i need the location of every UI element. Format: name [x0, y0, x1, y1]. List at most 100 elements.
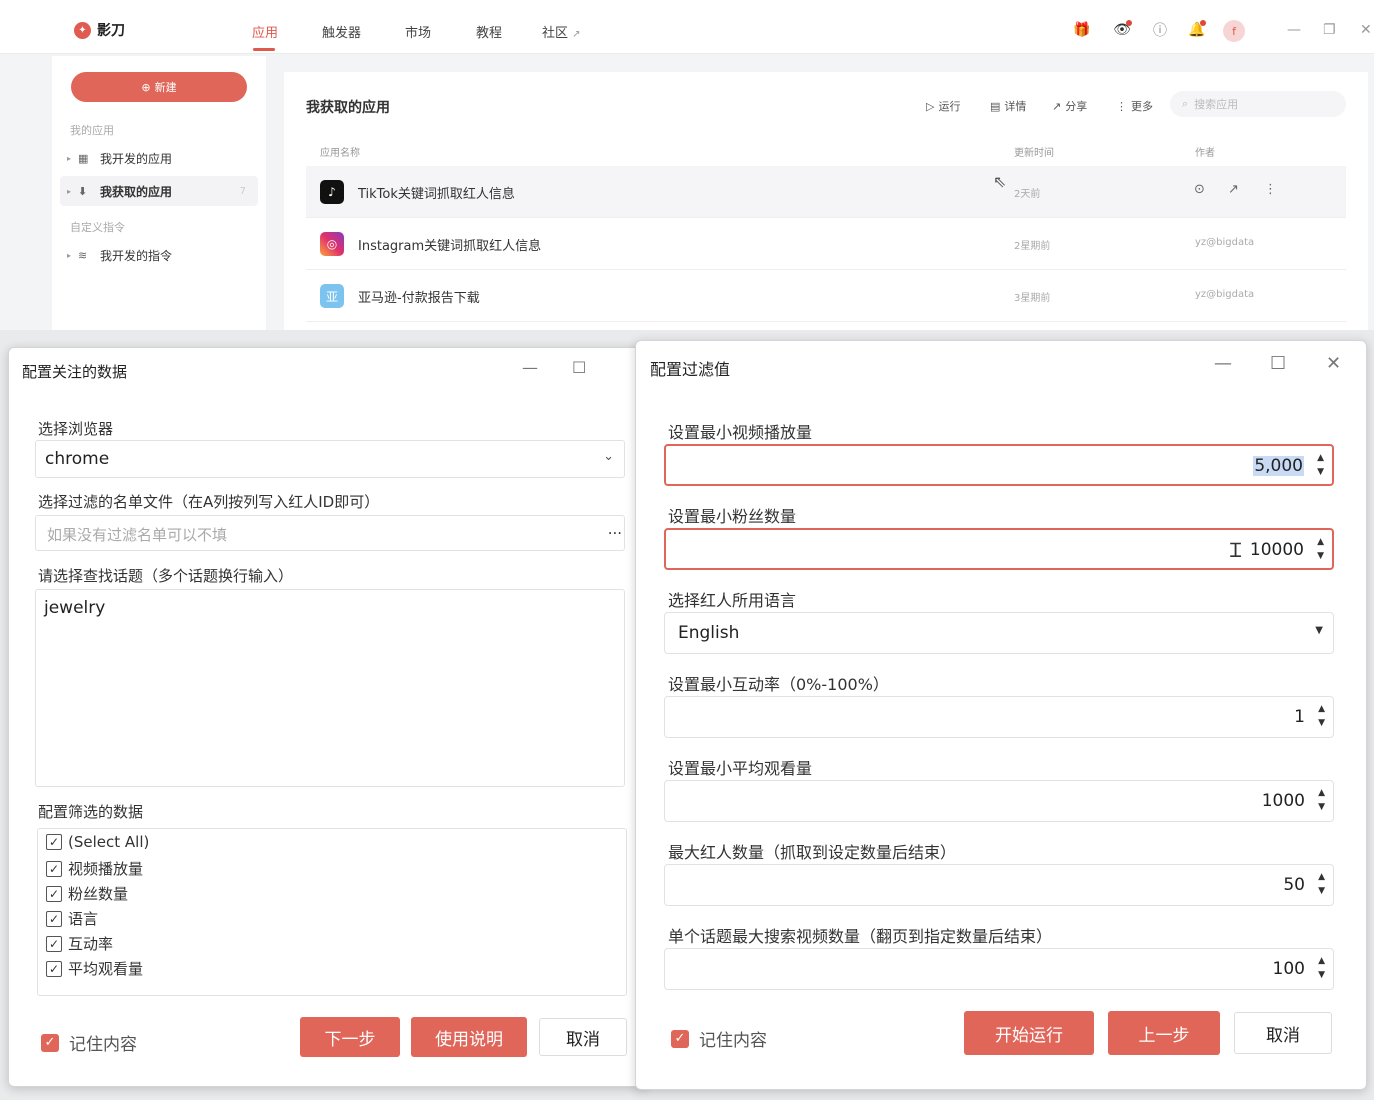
check-icon: ✓	[671, 1029, 689, 1048]
spinner-icon[interactable]: ▲ ▼	[1318, 954, 1325, 982]
main-panel: 我获取的应用 ▷ 运行 ▤ 详情 ↗ 分享 ⋮ 更多 ⌕ 搜索应用 应用名称 更新时间 …	[284, 72, 1368, 330]
sidebar-item-developed-cmds[interactable]: ▸ ≋ 我开发的指令	[60, 240, 258, 270]
new-button[interactable]: ⊕ 新建	[71, 72, 247, 102]
more-action[interactable]: ⋮ 更多	[1116, 98, 1153, 114]
spinner-icon[interactable]: ▲ ▼	[1317, 451, 1324, 479]
language-select[interactable]: English ▼	[664, 612, 1334, 654]
checkbox-label: 平均观看量	[68, 960, 144, 978]
app-author-cell: yz@bigdata	[1195, 289, 1255, 300]
min-followers-label: 设置最小粉丝数量	[668, 507, 797, 526]
minimize-icon[interactable]: —	[1214, 353, 1232, 374]
detail-action[interactable]: ▤ 详情	[990, 98, 1026, 114]
logo-icon: ✦	[74, 21, 91, 39]
item-count: 7	[239, 185, 246, 197]
max-influencers-value: 50	[1283, 875, 1305, 895]
check-icon: ✓	[46, 885, 62, 902]
checkbox-language[interactable]: ✓ 语言	[46, 908, 98, 929]
column-header-author: 作者	[1195, 148, 1215, 159]
prev-step-button[interactable]: 上一步	[1108, 1011, 1220, 1055]
remember-checkbox[interactable]: ✓ 记住内容	[41, 1030, 137, 1055]
checkbox-video-views[interactable]: ✓ 视频播放量	[46, 858, 143, 879]
min-avg-views-input[interactable]: 1000 ▲ ▼	[664, 780, 1334, 822]
min-followers-value: 10000	[1249, 540, 1304, 560]
sidebar-item-developed-apps[interactable]: ▸ ▦ 我开发的应用	[60, 143, 258, 173]
grid-icon: ▦	[78, 151, 89, 165]
nav-triggers[interactable]: 触发器	[322, 22, 361, 41]
app-time-cell: 2天前	[1014, 189, 1041, 200]
browse-button[interactable]: ...	[608, 520, 622, 538]
checkbox-select-all[interactable]: ✓ (Select All)	[46, 833, 149, 851]
gift-icon[interactable]: 🎁	[1072, 20, 1092, 40]
cancel-button[interactable]: 取消	[1234, 1012, 1332, 1054]
sidebar: ⊕ 新建 我的应用 ▸ ▦ 我开发的应用 ▸ ⬇ 我获取的应用 7 自定义指令 …	[52, 56, 266, 330]
table-row[interactable]: ♪ TikTok关键词抓取红人信息 2天前 ⊙ ↗ ⋮	[306, 166, 1346, 218]
nav-apps[interactable]: 应用	[252, 22, 278, 41]
min-views-input[interactable]: 5,000 ▲ ▼	[664, 444, 1334, 486]
spinner-icon[interactable]: ▲ ▼	[1318, 870, 1325, 898]
filter-file-label: 选择过滤的名单文件（在A列按列写入红人ID即可）	[38, 493, 380, 511]
check-icon: ✓	[46, 910, 62, 927]
checkbox-engagement[interactable]: ✓ 互动率	[46, 933, 113, 954]
min-engagement-input[interactable]: 1 ▲ ▼	[664, 696, 1334, 738]
row-more-icon[interactable]: ⋮	[1264, 182, 1277, 197]
run-action[interactable]: ▷ 运行	[926, 98, 960, 114]
spinner-icon[interactable]: ▲ ▼	[1317, 535, 1324, 563]
restore-icon[interactable]: ❐	[1323, 22, 1336, 38]
help-icon[interactable]: ⓘ	[1150, 20, 1170, 40]
mouse-cursor-icon: ⇖	[993, 172, 1007, 191]
help-button[interactable]: 使用说明	[411, 1017, 527, 1057]
language-value: English	[678, 623, 740, 643]
nav-tutorial[interactable]: 教程	[476, 22, 502, 41]
share-action-label: 分享	[1065, 100, 1088, 113]
spinner-icon[interactable]: ▲ ▼	[1318, 702, 1325, 730]
eye-icon[interactable]: 👁	[1112, 20, 1132, 40]
my-apps-section: 我的应用	[70, 124, 114, 137]
check-icon: ✓	[46, 860, 62, 877]
maximize-icon[interactable]: ☐	[572, 358, 586, 377]
browser-value: chrome	[45, 449, 110, 469]
app-time-cell: 2星期前	[1014, 241, 1051, 252]
search-input[interactable]: ⌕ 搜索应用	[1170, 91, 1346, 117]
checkbox-followers[interactable]: ✓ 粉丝数量	[46, 883, 128, 904]
spinner-icon[interactable]: ▲ ▼	[1318, 786, 1325, 814]
column-header-time: 更新时间	[1014, 148, 1054, 159]
table-row[interactable]: 亚 亚马逊-付款报告下载 3星期前 yz@bigdata	[306, 270, 1346, 322]
min-avg-views-label: 设置最小平均观看量	[668, 759, 813, 778]
config-filter-dialog: 配置过滤值 — ☐ ✕ 设置最小视频播放量 5,000 ▲ ▼ 设置最小粉丝数量 …	[635, 340, 1367, 1090]
chevron-down-icon: ⌄	[603, 449, 614, 464]
share-action[interactable]: ↗ 分享	[1052, 98, 1087, 114]
check-icon: ✓	[41, 1033, 59, 1052]
nav-market[interactable]: 市场	[405, 22, 431, 41]
topic-value: jewelry	[44, 598, 106, 618]
close-icon[interactable]: ✕	[1326, 353, 1341, 374]
dialog-title: 配置关注的数据	[22, 363, 128, 381]
next-button[interactable]: 下一步	[300, 1017, 400, 1057]
maximize-icon[interactable]: ☐	[1270, 353, 1286, 374]
row-run-icon[interactable]: ⊙	[1194, 182, 1205, 197]
nav-community[interactable]: 社区 ↗	[542, 22, 581, 41]
max-videos-input[interactable]: 100 ▲ ▼	[664, 948, 1334, 990]
bell-icon[interactable]: 🔔	[1187, 20, 1207, 40]
min-followers-input[interactable]: Ɪ 10000 ▲ ▼	[664, 528, 1334, 570]
amazon-app-icon: 亚	[320, 284, 344, 308]
instagram-icon: ◎	[320, 232, 344, 256]
browser-select[interactable]: chrome ⌄	[35, 440, 625, 478]
sidebar-item-acquired-apps[interactable]: ▸ ⬇ 我获取的应用 7	[60, 176, 258, 206]
max-influencers-input[interactable]: 50 ▲ ▼	[664, 864, 1334, 906]
checkbox-avg-views[interactable]: ✓ 平均观看量	[46, 958, 143, 979]
row-share-icon[interactable]: ↗	[1228, 182, 1239, 197]
start-run-button[interactable]: 开始运行	[964, 1011, 1094, 1055]
text-cursor-icon: Ɪ	[1230, 538, 1242, 562]
remember-checkbox[interactable]: ✓ 记住内容	[671, 1026, 767, 1051]
cancel-button[interactable]: 取消	[539, 1018, 627, 1056]
table-row[interactable]: ◎ Instagram关键词抓取红人信息 2星期前 yz@bigdata	[306, 218, 1346, 270]
minimize-icon[interactable]: —	[522, 358, 538, 377]
user-avatar[interactable]: f	[1223, 20, 1245, 42]
close-icon[interactable]: ✕	[1360, 22, 1372, 38]
topic-textarea[interactable]: jewelry	[35, 589, 625, 787]
plus-icon: ⊕	[141, 80, 151, 94]
filter-file-input[interactable]: 如果没有过滤名单可以不填 ...	[35, 515, 625, 551]
custom-cmd-section: 自定义指令	[70, 221, 125, 234]
minimize-icon[interactable]: —	[1287, 22, 1301, 38]
document-icon: ▤	[990, 99, 1001, 113]
